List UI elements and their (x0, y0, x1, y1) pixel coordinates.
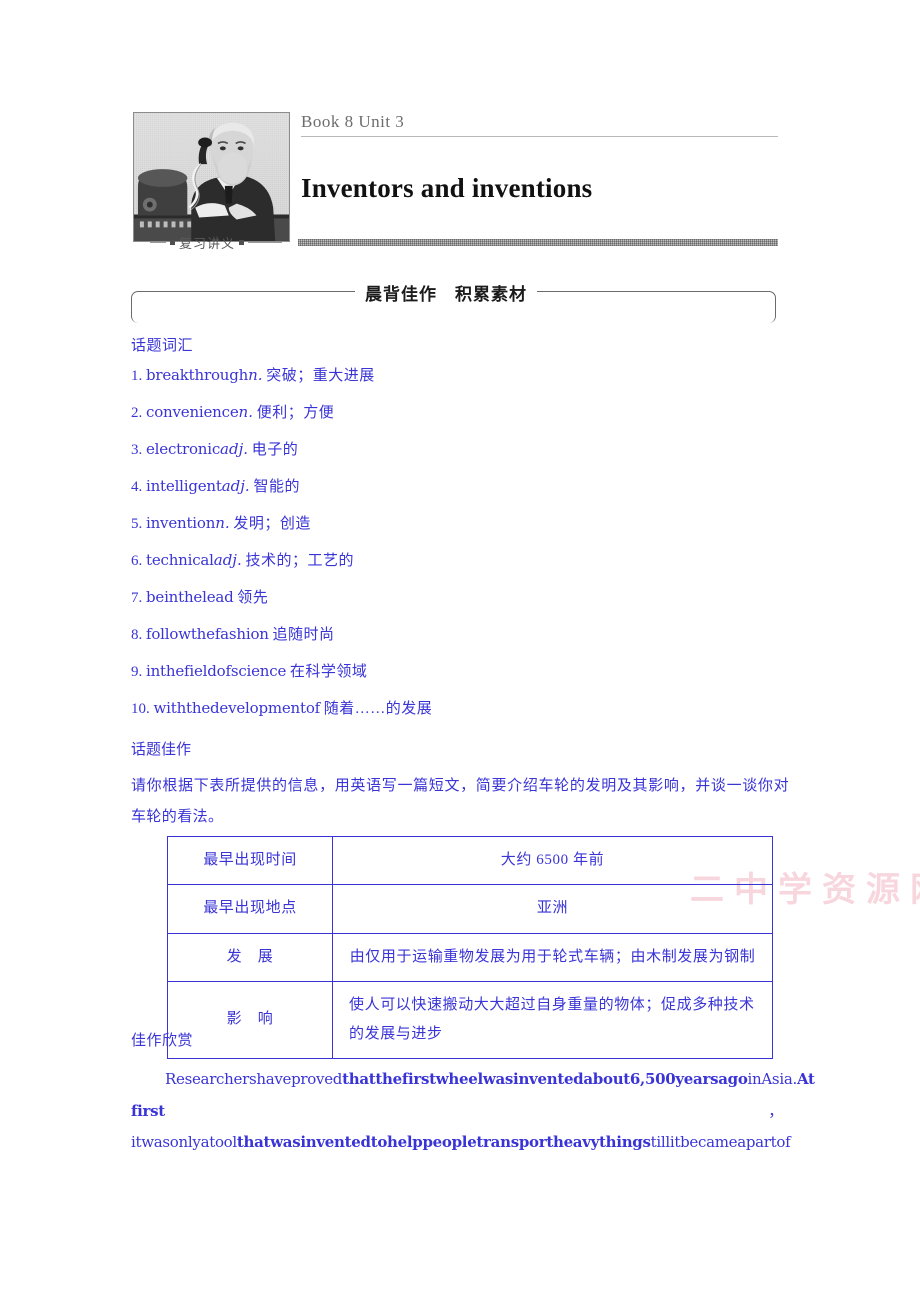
main-content: 话题词汇 1. breakthroughn. 突破；重大进展 2. conven… (131, 334, 791, 833)
document-page: 二中学资源网 (0, 0, 920, 1302)
table-row: 影 响 使人可以快速搬动大大超过自身重量的物体；促成多种技术的发展与进步 (167, 980, 773, 1060)
vocab-item: 2. conveniencen. 便利；方便 (131, 405, 791, 421)
table-row-label: 影 响 (167, 980, 333, 1060)
table-row-value: 由仅用于运输重物发展为用于轮式车辆；由木制发展为钢制 (332, 932, 773, 982)
vocab-item: 4. intelligentadj. 智能的 (131, 479, 791, 495)
table-row-value: 使人可以快速搬动大大超过自身重量的物体；促成多种技术的发展与进步 (332, 980, 773, 1060)
vocab-definition: 领先 (237, 590, 269, 606)
vocab-pos: adj. (213, 551, 242, 569)
header-divider-bar (298, 239, 778, 246)
essay-text-regular: tillitbecameapartof (650, 1133, 791, 1151)
vocab-definition: 电子的 (251, 442, 299, 458)
wheel-info-table: 最早出现时间 大约 6500 年前 最早出现地点 亚洲 发 展 由仅用于运输重物… (167, 835, 773, 1060)
vocab-definition: 智能的 (253, 479, 300, 495)
essay-text-bold: first (131, 1101, 165, 1120)
page-title: Inventors and inventions (301, 173, 593, 203)
essay-line-1: Researchershaveprovedthatthefirstwheelwa… (131, 1064, 815, 1096)
vocab-number: 6. (131, 553, 143, 569)
vocab-number: 10. (131, 701, 150, 717)
essay-line-comma: ， (768, 1101, 783, 1120)
vocab-definition: 发明；创造 (233, 516, 311, 532)
vocab-number: 1. (131, 368, 143, 384)
essay-text-regular: inAsia. (747, 1070, 798, 1088)
essay-text-bold: thatwasinventedtohelppeopletransportheav… (236, 1133, 651, 1151)
vocab-pos: adj. (220, 440, 249, 458)
vocab-definition: 便利；方便 (256, 405, 335, 421)
essay-text-regular: itwasonlyatool (131, 1133, 237, 1151)
vocab-pos: n. (238, 403, 253, 421)
vocab-word: electronic (146, 440, 221, 458)
page-header: Book 8 Unit 3 Inventors and inventions (133, 112, 778, 252)
vocab-word: followthefashion (146, 625, 269, 643)
section-title: 晨背佳作 积累素材 (355, 280, 537, 305)
vocab-item: 8. followthefashion 追随时尚 (131, 627, 791, 643)
vocab-number: 5. (131, 516, 143, 532)
vocab-word: invention (146, 514, 216, 532)
tag-square-right-icon (239, 239, 245, 245)
vocab-item: 1. breakthroughn. 突破；重大进展 (131, 368, 791, 384)
unit-label: Book 8 Unit 3 (301, 112, 778, 137)
info-table-wrapper: 最早出现时间 大约 6500 年前 最早出现地点 亚洲 发 展 由仅用于运输重物… (167, 835, 773, 1060)
tag-label: 复习讲义 (179, 236, 236, 252)
vocab-word: beinthelead (146, 588, 234, 606)
tag-square-left-icon (170, 239, 175, 245)
vocab-definition: 追随时尚 (272, 627, 335, 643)
essay-line-2: first ， (131, 1096, 783, 1128)
essay-line-3: itwasonlyatoolthatwasinventedtohelppeopl… (131, 1127, 791, 1159)
vocab-definition: 在科学领域 (289, 664, 368, 680)
vocab-definition: 技术的；工艺的 (245, 553, 354, 569)
inventor-portrait-image (133, 112, 290, 242)
table-row-value: 大约 6500 年前 (332, 835, 773, 886)
vocab-word: withthedevelopmentof (153, 699, 321, 717)
vocab-number: 7. (131, 590, 143, 606)
vocab-word: convenience (146, 403, 239, 421)
vocab-item: 10. withthedevelopmentof 随着……的发展 (131, 701, 791, 717)
table-row-value: 亚洲 (332, 884, 773, 934)
essay-text-regular: Researchershaveproved (165, 1070, 343, 1088)
table-row: 最早出现时间 大约 6500 年前 (167, 835, 773, 886)
essay-text-bold: At (796, 1070, 815, 1088)
vocab-item: 5. inventionn. 发明；创造 (131, 516, 791, 532)
tag-rule-right (248, 241, 283, 243)
vocab-pos: adj. (221, 477, 250, 495)
review-handout-tag: 复习讲义 (150, 234, 283, 252)
vocab-heading: 话题词汇 (131, 338, 194, 354)
essay-text-bold: thatthefirstwheelwasinventedabout6,500ye… (342, 1070, 748, 1088)
vocab-item: 9. inthefieldofscience 在科学领域 (131, 664, 791, 680)
vocab-definition: 突破；重大进展 (266, 368, 375, 384)
vocab-item: 6. technicaladj. 技术的；工艺的 (131, 553, 791, 569)
tag-rule-left (150, 241, 166, 243)
vocab-number: 2. (131, 405, 143, 421)
vocab-word: intelligent (146, 477, 222, 495)
vocab-definition: 随着……的发展 (323, 701, 433, 717)
vocab-number: 4. (131, 479, 143, 495)
vocab-number: 9. (131, 664, 143, 680)
prompt-body: 请你根据下表所提供的信息，用英语写一篇短文，简要介绍车轮的发明及其影响，并谈一谈… (131, 778, 789, 825)
prompt-heading: 话题佳作 (131, 742, 192, 758)
table-row-label: 最早出现时间 (167, 835, 333, 886)
table-row-label: 发 展 (167, 932, 333, 982)
vocab-pos: n. (248, 366, 263, 384)
vocab-word: breakthrough (146, 366, 249, 384)
table-row: 发 展 由仅用于运输重物发展为用于轮式车辆；由木制发展为钢制 (167, 932, 773, 982)
vocab-number: 8. (131, 627, 143, 643)
header-text-block: Book 8 Unit 3 Inventors and inventions (301, 112, 778, 204)
vocab-item: 7. beinthelead 领先 (131, 590, 791, 606)
vocab-word: inthefieldofscience (146, 662, 287, 680)
vocab-pos: n. (215, 514, 230, 532)
vocab-word: technical (146, 551, 214, 569)
vocab-item: 3. electronicadj. 电子的 (131, 442, 791, 458)
table-row: 最早出现地点 亚洲 (167, 884, 773, 934)
vocab-number: 3. (131, 442, 143, 458)
table-row-label: 最早出现地点 (167, 884, 333, 934)
